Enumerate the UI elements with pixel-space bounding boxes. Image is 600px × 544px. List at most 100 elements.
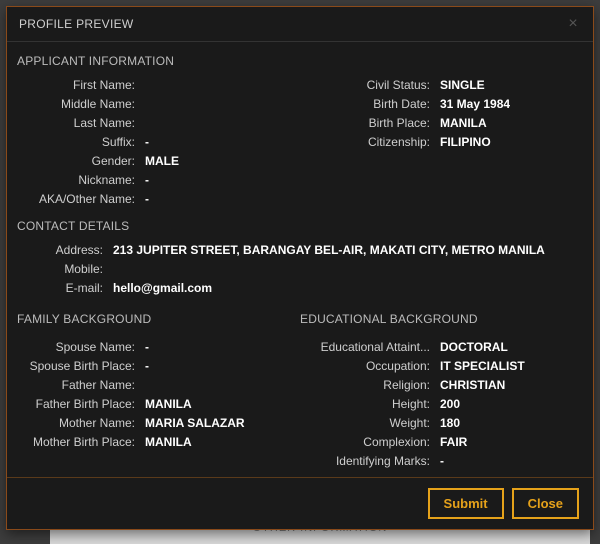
field-row: First Name: (17, 76, 300, 95)
field-label: Last Name: (17, 114, 139, 133)
education-col: EDUCATIONAL BACKGROUND Educational Attai… (300, 308, 583, 471)
modal-title: PROFILE PREVIEW (19, 17, 565, 31)
field-value: MANILA (139, 433, 300, 452)
education-list: Educational Attaint...DOCTORALOccupation… (300, 338, 583, 471)
field-value: MARIA SALAZAR (139, 414, 300, 433)
field-value: 180 (434, 414, 583, 433)
field-value: 213 JUPITER STREET, BARANGAY BEL-AIR, MA… (107, 241, 583, 260)
field-value: MALE (139, 152, 300, 171)
field-row: Spouse Birth Place:- (17, 357, 300, 376)
field-value: - (139, 133, 300, 152)
field-value: - (434, 452, 583, 471)
field-value: DOCTORAL (434, 338, 583, 357)
field-label: Occupation: (300, 357, 434, 376)
field-value: IT SPECIALIST (434, 357, 583, 376)
field-label: Mother Birth Place: (17, 433, 139, 452)
family-list: Spouse Name:-Spouse Birth Place:-Father … (17, 338, 300, 452)
field-label: Complexion: (300, 433, 434, 452)
field-value: CHRISTIAN (434, 376, 583, 395)
lower-columns: FAMILY BACKGROUND Spouse Name:-Spouse Bi… (17, 308, 583, 471)
field-value: FAIR (434, 433, 583, 452)
field-value: MANILA (139, 395, 300, 414)
field-label: Father Birth Place: (17, 395, 139, 414)
field-row: Civil Status:SINGLE (300, 76, 583, 95)
field-label: Civil Status: (300, 76, 434, 95)
section-contact-title: CONTACT DETAILS (17, 219, 583, 233)
close-icon[interactable]: × (565, 15, 581, 33)
field-value: SINGLE (434, 76, 583, 95)
field-label: Educational Attaint... (300, 338, 434, 357)
field-label: Nickname: (17, 171, 139, 190)
field-label: Weight: (300, 414, 434, 433)
field-label: Mobile: (17, 260, 107, 279)
field-label: Father Name: (17, 376, 139, 395)
applicant-right-col: Civil Status:SINGLEBirth Date:31 May 198… (300, 76, 583, 209)
field-label: Birth Place: (300, 114, 434, 133)
field-label: Identifying Marks: (300, 452, 434, 471)
modal-footer: Submit Close (7, 477, 593, 529)
field-row: Middle Name: (17, 95, 300, 114)
field-row: Birth Place:MANILA (300, 114, 583, 133)
field-value: 200 (434, 395, 583, 414)
close-button[interactable]: Close (512, 488, 579, 519)
field-label: Citizenship: (300, 133, 434, 152)
field-value: 31 May 1984 (434, 95, 583, 114)
contact-list: Address:213 JUPITER STREET, BARANGAY BEL… (17, 241, 583, 298)
field-row: AKA/Other Name:- (17, 190, 300, 209)
field-row: Occupation:IT SPECIALIST (300, 357, 583, 376)
field-row: Suffix:- (17, 133, 300, 152)
field-value: FILIPINO (434, 133, 583, 152)
field-row: Educational Attaint...DOCTORAL (300, 338, 583, 357)
section-applicant-title: APPLICANT INFORMATION (17, 54, 583, 68)
field-value (139, 76, 300, 95)
family-col: FAMILY BACKGROUND Spouse Name:-Spouse Bi… (17, 308, 300, 471)
profile-preview-modal: PROFILE PREVIEW × APPLICANT INFORMATION … (6, 6, 594, 530)
field-row: Nickname:- (17, 171, 300, 190)
field-label: AKA/Other Name: (17, 190, 139, 209)
field-row: Weight:180 (300, 414, 583, 433)
field-value: - (139, 171, 300, 190)
field-row: Father Name: (17, 376, 300, 395)
field-row: Mother Name:MARIA SALAZAR (17, 414, 300, 433)
field-value: - (139, 338, 300, 357)
field-row: Religion:CHRISTIAN (300, 376, 583, 395)
applicant-left-col: First Name:Middle Name:Last Name:Suffix:… (17, 76, 300, 209)
field-label: E-mail: (17, 279, 107, 298)
field-label: Middle Name: (17, 95, 139, 114)
field-row: Mobile: (17, 260, 583, 279)
field-row: Identifying Marks:- (300, 452, 583, 471)
section-family-title: FAMILY BACKGROUND (17, 312, 300, 326)
field-label: Gender: (17, 152, 139, 171)
field-label: Suffix: (17, 133, 139, 152)
field-row: Address:213 JUPITER STREET, BARANGAY BEL… (17, 241, 583, 260)
applicant-columns: First Name:Middle Name:Last Name:Suffix:… (17, 76, 583, 209)
field-label: Address: (17, 241, 107, 260)
field-row: Birth Date:31 May 1984 (300, 95, 583, 114)
modal-body: APPLICANT INFORMATION First Name:Middle … (7, 42, 593, 477)
field-row: Spouse Name:- (17, 338, 300, 357)
field-label: Birth Date: (300, 95, 434, 114)
field-value (107, 260, 583, 279)
modal-header: PROFILE PREVIEW × (7, 7, 593, 42)
field-label: Religion: (300, 376, 434, 395)
field-row: Gender:MALE (17, 152, 300, 171)
field-label: Spouse Name: (17, 338, 139, 357)
field-value: hello@gmail.com (107, 279, 583, 298)
field-label: Mother Name: (17, 414, 139, 433)
field-row: Mother Birth Place:MANILA (17, 433, 300, 452)
field-label: First Name: (17, 76, 139, 95)
field-row: Complexion:FAIR (300, 433, 583, 452)
field-label: Spouse Birth Place: (17, 357, 139, 376)
field-value: MANILA (434, 114, 583, 133)
field-row: E-mail:hello@gmail.com (17, 279, 583, 298)
field-value: - (139, 190, 300, 209)
field-label: Height: (300, 395, 434, 414)
field-row: Last Name: (17, 114, 300, 133)
field-value: - (139, 357, 300, 376)
field-value (139, 114, 300, 133)
section-education-title: EDUCATIONAL BACKGROUND (300, 312, 583, 326)
field-row: Father Birth Place:MANILA (17, 395, 300, 414)
field-row: Citizenship:FILIPINO (300, 133, 583, 152)
field-value (139, 95, 300, 114)
submit-button[interactable]: Submit (428, 488, 504, 519)
